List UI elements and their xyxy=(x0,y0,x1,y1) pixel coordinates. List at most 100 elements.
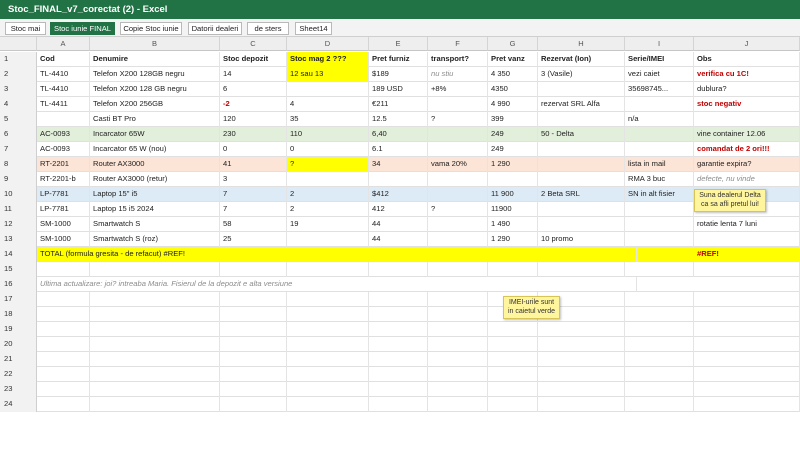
cell-col-d[interactable] xyxy=(287,172,369,187)
cell-col-g[interactable]: 1 490 xyxy=(488,217,538,232)
cell-col-h[interactable] xyxy=(538,172,625,187)
cell-col-e[interactable]: 34 xyxy=(369,157,428,172)
cell-col-i[interactable] xyxy=(625,217,694,232)
column-header-e[interactable]: E xyxy=(369,37,428,51)
cell-col-g[interactable]: 249 xyxy=(488,127,538,142)
cell-col-d[interactable]: 35 xyxy=(287,112,369,127)
column-header-g[interactable]: G xyxy=(488,37,538,51)
cell-col-j[interactable] xyxy=(694,232,800,247)
cell-col-g[interactable] xyxy=(488,382,538,397)
cell-col-d[interactable] xyxy=(287,232,369,247)
cell-col-f[interactable] xyxy=(428,367,488,382)
cell-col-c[interactable]: 14 xyxy=(220,67,287,82)
cell-col-b[interactable]: Casti BT Pro xyxy=(90,112,220,127)
cell-col-f[interactable] xyxy=(428,292,488,307)
row-header[interactable]: 10 xyxy=(0,187,37,202)
cell-col-c[interactable] xyxy=(220,262,287,277)
cell-col-f[interactable]: ? xyxy=(428,202,488,217)
cell-col-h[interactable] xyxy=(538,142,625,157)
cell-col-a[interactable]: LP-7781 xyxy=(37,202,90,217)
cell-col-b[interactable]: Incarcator 65 W (nou) xyxy=(90,142,220,157)
cell-col-d[interactable]: ? xyxy=(287,157,369,172)
cell-col-h[interactable]: rezervat SRL Alfa xyxy=(538,97,625,112)
cell-col-h[interactable]: 10 promo xyxy=(538,232,625,247)
column-header-c[interactable]: C xyxy=(220,37,287,51)
cell-col-b[interactable]: Telefon X200 128 GB negru xyxy=(90,82,220,97)
cell-col-c[interactable]: 6 xyxy=(220,82,287,97)
cell-col-b[interactable] xyxy=(90,382,220,397)
cell-col-g[interactable]: 4350 xyxy=(488,82,538,97)
cell-col-d[interactable] xyxy=(287,307,369,322)
sheet-tab[interactable]: de sters xyxy=(247,22,289,35)
cell-col-d[interactable]: 0 xyxy=(287,142,369,157)
cell-col-j[interactable]: #REF! xyxy=(694,247,800,262)
sheet-tab[interactable]: Copie Stoc iunie xyxy=(120,22,182,35)
cell-col-h[interactable]: Rezervat (Ion) xyxy=(538,52,625,67)
cell-col-a[interactable]: RT-2201-b xyxy=(37,172,90,187)
cell-col-j[interactable] xyxy=(694,262,800,277)
cell-col-c[interactable]: 0 xyxy=(220,142,287,157)
cell-col-h[interactable] xyxy=(538,217,625,232)
sheet-tab[interactable]: Datorii dealeri xyxy=(188,22,242,35)
cell-col-g[interactable] xyxy=(488,367,538,382)
cell-col-b[interactable] xyxy=(90,367,220,382)
cell-col-i[interactable] xyxy=(625,337,694,352)
cell-col-e[interactable] xyxy=(369,292,428,307)
cell-col-f[interactable] xyxy=(428,382,488,397)
cell-col-j[interactable] xyxy=(694,352,800,367)
cell-col-i[interactable] xyxy=(625,142,694,157)
cell-col-f[interactable] xyxy=(428,322,488,337)
cell-col-b[interactable]: Router AX3000 xyxy=(90,157,220,172)
cell-col-b[interactable] xyxy=(90,262,220,277)
cell-col-f[interactable] xyxy=(428,172,488,187)
row-header[interactable]: 15 xyxy=(0,262,37,277)
cell-col-a[interactable]: TL-4410 xyxy=(37,82,90,97)
cell-col-i[interactable] xyxy=(625,382,694,397)
cell-col-b[interactable] xyxy=(90,322,220,337)
row-header[interactable]: 2 xyxy=(0,67,37,82)
cell-col-c[interactable]: 58 xyxy=(220,217,287,232)
cell-col-a[interactable] xyxy=(37,367,90,382)
cell-col-c[interactable] xyxy=(220,397,287,412)
cell-col-a[interactable]: AC-0093 xyxy=(37,142,90,157)
cell-col-j[interactable]: stoc negativ xyxy=(694,97,800,112)
cell-col-b[interactable]: Telefon X200 256GB xyxy=(90,97,220,112)
cell-col-f[interactable] xyxy=(428,142,488,157)
cell-col-g[interactable]: 11900 xyxy=(488,202,538,217)
cell-col-g[interactable] xyxy=(488,352,538,367)
row-header[interactable]: 17 xyxy=(0,292,37,307)
cell-col-i[interactable] xyxy=(625,202,694,217)
sheet-tab[interactable]: Sheet14 xyxy=(295,22,332,35)
cell-col-a[interactable] xyxy=(37,337,90,352)
cell-col-e[interactable]: 6.1 xyxy=(369,142,428,157)
cell-col-h[interactable]: 2 Beta SRL xyxy=(538,187,625,202)
cell-col-a[interactable] xyxy=(37,262,90,277)
cell-col-h[interactable]: 3 (Vasile) xyxy=(538,67,625,82)
cell-col-i[interactable] xyxy=(625,322,694,337)
cell-col-c[interactable]: 3 xyxy=(220,172,287,187)
cell-col-d[interactable]: Stoc mag 2 ??? xyxy=(287,52,369,67)
cell-col-h[interactable] xyxy=(538,322,625,337)
cell-col-c[interactable]: 41 xyxy=(220,157,287,172)
cell-col-c[interactable]: 7 xyxy=(220,187,287,202)
cell-col-i[interactable]: 35698745... xyxy=(625,82,694,97)
cell-col-h[interactable]: 50 - Delta xyxy=(538,127,625,142)
cell-col-b[interactable]: Laptop 15" i5 xyxy=(90,187,220,202)
cell-col-i[interactable] xyxy=(625,397,694,412)
cell-col-e[interactable] xyxy=(369,322,428,337)
cell-col-b[interactable]: Smartwatch S (roz) xyxy=(90,232,220,247)
cell-col-e[interactable]: €211 xyxy=(369,97,428,112)
cell-col-a[interactable] xyxy=(37,382,90,397)
cell-col-d[interactable] xyxy=(287,337,369,352)
column-header-d[interactable]: D xyxy=(287,37,369,51)
cell-col-i[interactable] xyxy=(625,307,694,322)
cell-col-i[interactable] xyxy=(625,352,694,367)
cell-col-c[interactable]: -2 xyxy=(220,97,287,112)
row-header[interactable]: 18 xyxy=(0,307,37,322)
row-header[interactable]: 8 xyxy=(0,157,37,172)
cell-col-h[interactable] xyxy=(538,352,625,367)
cell-col-g[interactable]: 1 290 xyxy=(488,157,538,172)
cell-col-f[interactable] xyxy=(428,352,488,367)
sticky-note[interactable]: Suna dealerul Delta ca sa afli pretul lu… xyxy=(694,189,766,212)
cell-col-f[interactable]: +8% xyxy=(428,82,488,97)
